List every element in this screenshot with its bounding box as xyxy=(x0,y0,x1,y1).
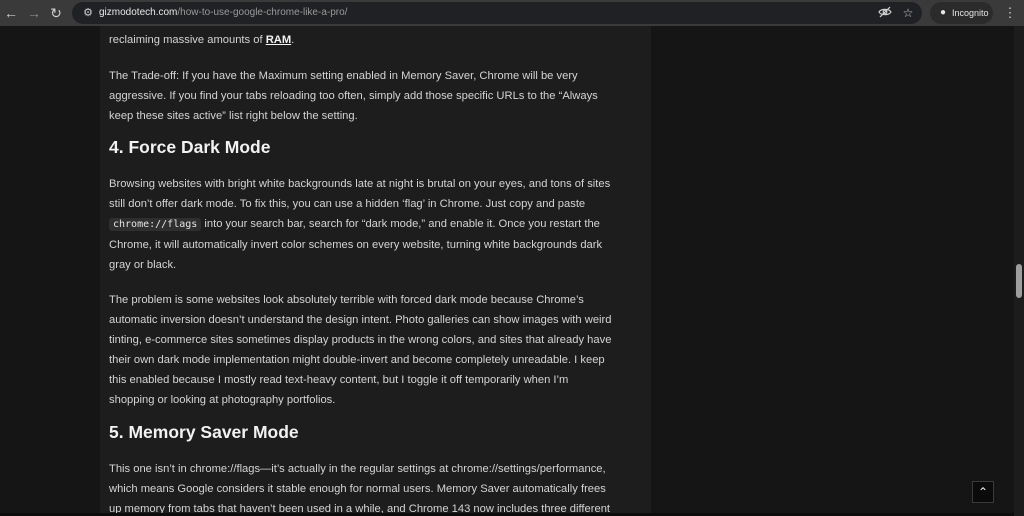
incognito-icon: ● xyxy=(939,7,947,18)
url-path: /how-to-use-google-chrome-like-a-pro/ xyxy=(177,7,348,18)
tune-icon[interactable]: ⚙ xyxy=(80,5,96,21)
eye-off-svg xyxy=(878,6,892,18)
paragraph-line: automatic inversion doesn’t understand t… xyxy=(109,314,612,326)
back-button[interactable]: ← xyxy=(2,4,20,22)
paragraph-line: This one isn’t in chrome://flags—it’s ac… xyxy=(109,463,606,475)
page-scrollbar[interactable] xyxy=(1014,26,1024,516)
paragraph-line: The Trade-off: If you have the Maximum s… xyxy=(109,70,578,82)
paragraph-line: The problem is some websites look absolu… xyxy=(109,294,584,306)
more-vert-icon: ⋮ xyxy=(1003,5,1017,20)
chevron-up-icon: ⌃ xyxy=(977,485,989,499)
paragraph-problem: The problem is some websites look absolu… xyxy=(109,290,649,410)
arrow-left-icon: ← xyxy=(4,5,18,21)
paragraph-tradeoff: The Trade-off: If you have the Maximum s… xyxy=(109,66,649,126)
code-chrome-flags: chrome://flags xyxy=(109,218,202,231)
reload-icon: ↻ xyxy=(50,5,62,21)
paragraph-dark-mode: Browsing websites with bright white back… xyxy=(109,174,649,275)
paragraph-line: into your search bar, search for “dark m… xyxy=(201,218,600,230)
paragraph-text: . xyxy=(291,34,295,46)
scrollbar-thumb[interactable] xyxy=(1016,264,1022,298)
paragraph-line: tinting, e-commerce sites sometimes disp… xyxy=(109,334,612,346)
page-viewport: reclaiming massive amounts of RAM. The T… xyxy=(0,26,1014,516)
ram-link[interactable]: RAM xyxy=(266,34,291,46)
paragraph-line: which means Google considers it stable e… xyxy=(109,483,606,495)
paragraph-ram: reclaiming massive amounts of RAM. xyxy=(109,30,649,50)
incognito-badge[interactable]: ● Incognito xyxy=(930,2,993,24)
address-bar[interactable]: ⚙ gizmodotech.com/how-to-use-google-chro… xyxy=(72,2,922,24)
url-text[interactable]: gizmodotech.com/how-to-use-google-chrome… xyxy=(99,6,347,20)
arrow-right-icon: → xyxy=(27,5,41,21)
back-to-top-button[interactable]: ⌃ xyxy=(972,481,994,503)
paragraph-line: Chrome, it will automatically invert col… xyxy=(109,239,603,251)
incognito-label: Incognito xyxy=(952,8,989,18)
article-body: reclaiming massive amounts of RAM. The T… xyxy=(100,26,651,516)
paragraph-line: aggressive. If you find your tabs reload… xyxy=(109,90,598,102)
paragraph-line: keep these sites active” list right belo… xyxy=(109,110,358,122)
forward-button[interactable]: → xyxy=(25,4,43,22)
paragraph-line: their own dark mode implementation might… xyxy=(109,354,605,366)
paragraph-memory-saver: This one isn’t in chrome://flags—it’s ac… xyxy=(109,459,649,516)
browser-toolbar: ← → ↻ ⚙ gizmodotech.com/how-to-use-googl… xyxy=(0,0,1024,26)
menu-button[interactable]: ⋮ xyxy=(1002,4,1018,22)
paragraph-line: this enabled because I mostly read text-… xyxy=(109,374,569,386)
paragraph-line: still don’t offer dark mode. To fix this… xyxy=(109,198,586,210)
paragraph-text: reclaiming massive amounts of xyxy=(109,34,266,46)
heading-force-dark-mode: 4. Force Dark Mode xyxy=(109,137,271,157)
eye-off-icon[interactable] xyxy=(877,5,893,21)
paragraph-line: shopping or looking at photography portf… xyxy=(109,394,336,406)
bookmark-star-icon[interactable]: ☆ xyxy=(900,5,916,21)
url-host: gizmodotech.com xyxy=(99,7,178,18)
paragraph-line: Browsing websites with bright white back… xyxy=(109,178,611,190)
paragraph-line: gray or black. xyxy=(109,259,177,271)
heading-memory-saver-mode: 5. Memory Saver Mode xyxy=(109,422,299,442)
reload-button[interactable]: ↻ xyxy=(47,4,65,22)
